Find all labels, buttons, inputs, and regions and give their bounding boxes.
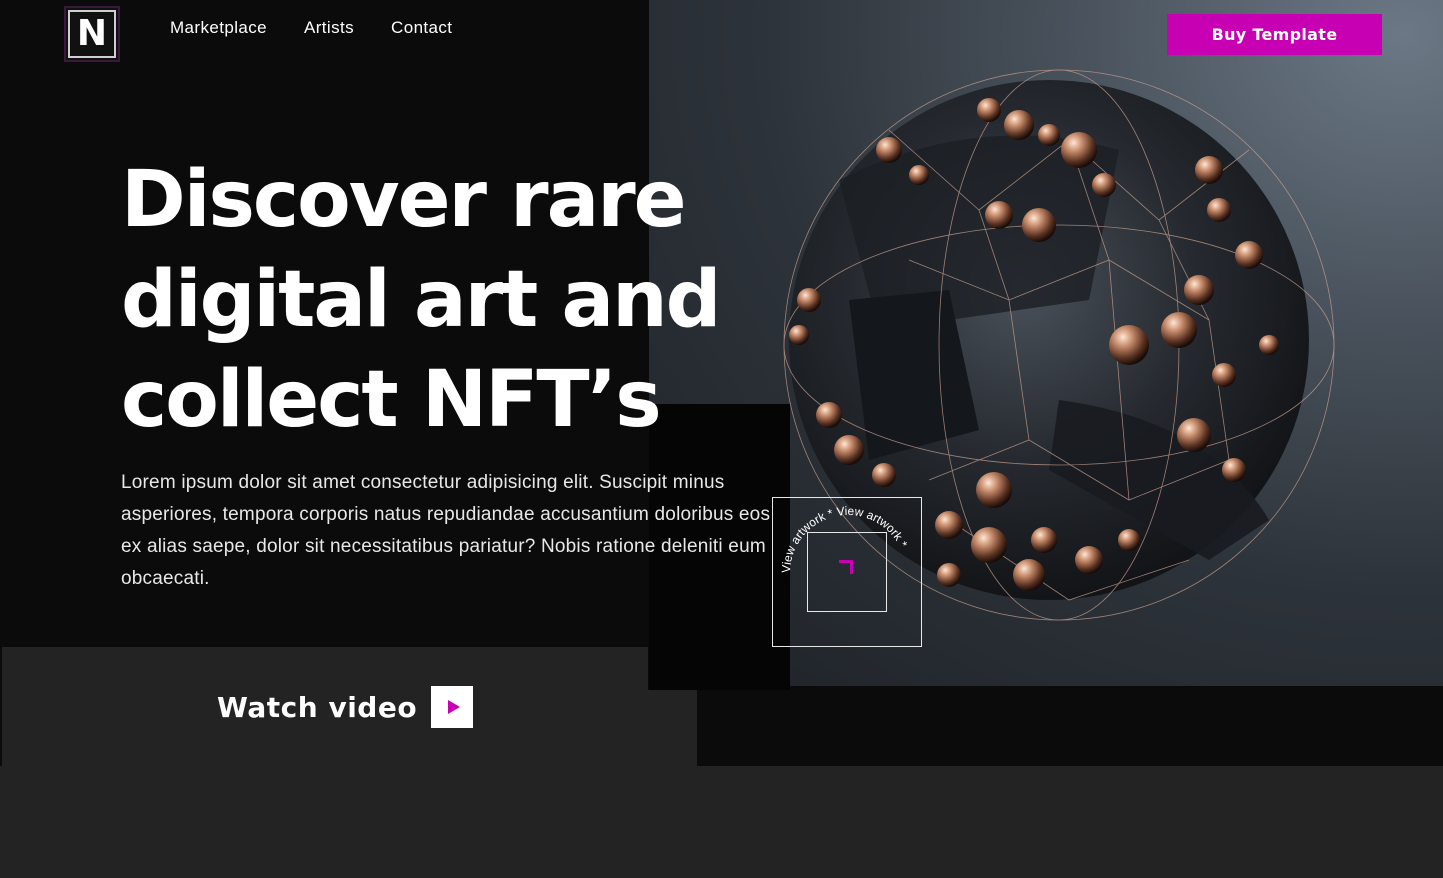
watch-panel <box>2 647 648 878</box>
main-nav: Marketplace Artists Contact <box>170 18 452 38</box>
badge-ring-text: View artwork * View artwork * <box>779 504 911 573</box>
view-artwork-badge[interactable]: View artwork * View artwork * <box>772 497 922 647</box>
buy-template-button[interactable]: Buy Template <box>1167 14 1382 55</box>
nav-link-contact[interactable]: Contact <box>391 18 452 38</box>
play-button[interactable] <box>431 686 474 728</box>
headline-line-2: digital art and <box>121 255 722 345</box>
watch-video-label[interactable]: Watch video <box>217 691 417 724</box>
panel-step <box>648 690 697 878</box>
footer-band <box>697 766 1443 878</box>
nav-link-artists[interactable]: Artists <box>304 18 354 38</box>
badge-ring: View artwork * View artwork * <box>779 504 911 573</box>
hero-description: Lorem ipsum dolor sit amet consectetur a… <box>121 472 771 589</box>
headline-line-3: collect NFT’s <box>121 355 662 445</box>
play-icon <box>447 700 460 714</box>
headline-line-1: Discover rare <box>121 155 687 245</box>
logo[interactable]: N <box>64 6 120 62</box>
nav-link-marketplace[interactable]: Marketplace <box>170 18 267 38</box>
watch-video-cta[interactable]: Watch video <box>217 686 474 728</box>
hero-headline: Discover rare digital art and collect NF… <box>121 150 821 450</box>
logo-mark: N <box>68 10 116 58</box>
